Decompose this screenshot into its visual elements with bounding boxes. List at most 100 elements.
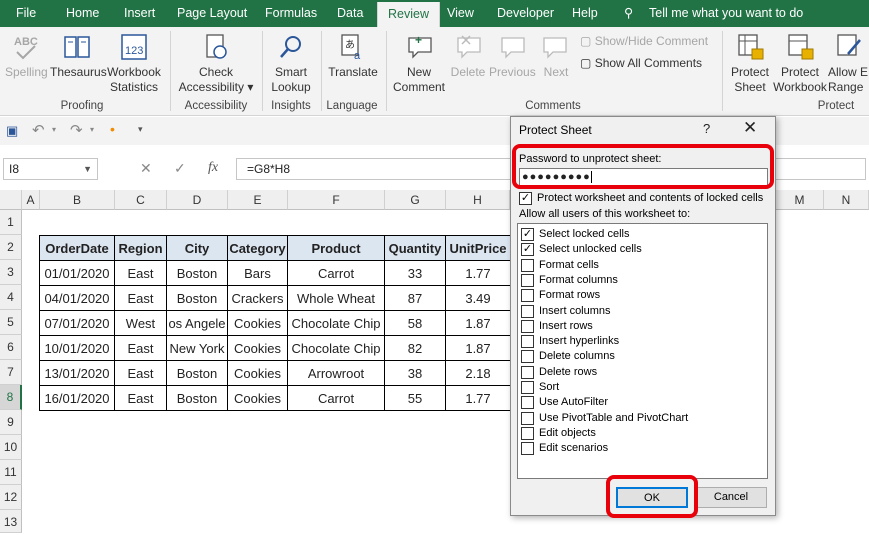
row-header-7[interactable]: 7 — [0, 360, 22, 385]
cell-city[interactable]: Boston — [167, 361, 228, 386]
tab-developer[interactable]: Developer — [497, 0, 554, 27]
name-box[interactable]: I8 ▼ — [3, 158, 98, 180]
close-icon[interactable]: ✕ — [743, 118, 757, 138]
column-header-e[interactable]: E — [228, 190, 288, 210]
cell-orderdate[interactable]: 13/01/2020 — [40, 361, 115, 386]
cell-city[interactable]: Boston — [167, 286, 228, 311]
tab-review[interactable]: Review — [377, 2, 440, 27]
cell-category[interactable]: Cookies — [228, 361, 288, 386]
cell-quantity[interactable]: 33 — [385, 261, 446, 286]
protect-workbook-button[interactable]: Protect Workbook — [772, 32, 828, 95]
cell-unitprice[interactable]: 1.87 — [446, 311, 511, 336]
column-header-g[interactable]: G — [385, 190, 446, 210]
row-header-9[interactable]: 9 — [0, 410, 22, 435]
cell-product[interactable]: Chocolate Chip — [288, 311, 385, 336]
permission-checkbox[interactable] — [521, 350, 534, 364]
cell-region[interactable]: East — [115, 336, 167, 361]
permission-checkbox[interactable] — [521, 319, 534, 333]
cancel-icon[interactable]: ✕ — [140, 160, 152, 177]
row-header-5[interactable]: 5 — [0, 310, 22, 335]
cell-quantity[interactable]: 82 — [385, 336, 446, 361]
permissions-list[interactable]: ✓ Select locked cells ✓ Select unlocked cel… — [517, 223, 768, 479]
column-header-h[interactable]: H — [446, 190, 510, 210]
delete-comment-button[interactable]: Delete — [450, 32, 486, 80]
cell-unitprice[interactable]: 1.87 — [446, 336, 511, 361]
cell-city[interactable]: os Angele — [167, 311, 228, 336]
cell-unitprice[interactable]: 1.77 — [446, 386, 511, 411]
cell-region[interactable]: East — [115, 261, 167, 286]
allow-edit-ranges-button[interactable]: Allow E Range — [828, 32, 869, 95]
tab-view[interactable]: View — [447, 0, 474, 27]
cell-unitprice[interactable]: 1.77 — [446, 261, 511, 286]
cell-product[interactable]: Carrot — [288, 386, 385, 411]
tell-me-search[interactable]: Tell me what you want to do — [649, 0, 803, 27]
cell-quantity[interactable]: 87 — [385, 286, 446, 311]
permission-checkbox[interactable] — [521, 411, 534, 425]
cell-product[interactable]: Arrowroot — [288, 361, 385, 386]
cell-category[interactable]: Crackers — [228, 286, 288, 311]
cell-product[interactable]: Chocolate Chip — [288, 336, 385, 361]
cell-region[interactable]: East — [115, 361, 167, 386]
tab-formulas[interactable]: Formulas — [265, 0, 317, 27]
enter-icon[interactable]: ✓ — [174, 160, 186, 177]
cell-category[interactable]: Bars — [228, 261, 288, 286]
column-header-n[interactable]: N — [824, 190, 869, 210]
permission-checkbox[interactable] — [521, 426, 534, 440]
cell-quantity[interactable]: 55 — [385, 386, 446, 411]
header-cell-unitprice[interactable]: UnitPrice — [446, 236, 511, 261]
cell-region[interactable]: East — [115, 386, 167, 411]
permission-checkbox[interactable] — [521, 335, 534, 349]
column-header-f[interactable]: F — [288, 190, 385, 210]
cell-city[interactable]: New York — [167, 336, 228, 361]
tab-help[interactable]: Help — [572, 0, 598, 27]
tab-file[interactable]: File — [16, 0, 36, 27]
protect-worksheet-checkbox[interactable]: ✓ — [519, 192, 532, 205]
cell-orderdate[interactable]: 16/01/2020 — [40, 386, 115, 411]
permission-checkbox[interactable]: ✓ — [521, 243, 534, 257]
header-cell-category[interactable]: Category — [228, 236, 288, 261]
row-header-11[interactable]: 11 — [0, 460, 22, 485]
redo-icon[interactable]: ↷ — [70, 121, 83, 139]
cell-orderdate[interactable]: 04/01/2020 — [40, 286, 115, 311]
row-header-8[interactable]: 8 — [0, 385, 22, 410]
row-header-4[interactable]: 4 — [0, 285, 22, 310]
tab-insert[interactable]: Insert — [124, 0, 155, 27]
cell-city[interactable]: Boston — [167, 386, 228, 411]
cell-orderdate[interactable]: 07/01/2020 — [40, 311, 115, 336]
cell-quantity[interactable]: 38 — [385, 361, 446, 386]
smart-lookup-button[interactable]: Smart Lookup — [266, 32, 316, 95]
select-all-corner[interactable] — [0, 190, 22, 210]
column-header-m[interactable]: M — [776, 190, 824, 210]
column-header-d[interactable]: D — [167, 190, 228, 210]
tab-page-layout[interactable]: Page Layout — [177, 0, 247, 27]
row-header-2[interactable]: 2 — [0, 235, 22, 260]
permission-checkbox[interactable] — [521, 273, 534, 287]
row-header-12[interactable]: 12 — [0, 485, 22, 510]
cell-quantity[interactable]: 58 — [385, 311, 446, 336]
cell-region[interactable]: East — [115, 286, 167, 311]
column-header-c[interactable]: C — [115, 190, 167, 210]
permission-checkbox[interactable] — [521, 396, 534, 410]
next-comment-button[interactable]: Next — [540, 32, 572, 80]
help-icon[interactable]: ? — [703, 121, 710, 136]
header-cell-orderdate[interactable]: OrderDate — [40, 236, 115, 261]
tab-data[interactable]: Data — [337, 0, 363, 27]
thesaurus-button[interactable]: Thesaurus — [50, 32, 107, 80]
touch-mode-icon[interactable]: • — [110, 121, 115, 137]
cell-category[interactable]: Cookies — [228, 336, 288, 361]
header-cell-quantity[interactable]: Quantity — [385, 236, 446, 261]
row-header-10[interactable]: 10 — [0, 435, 22, 460]
customize-qat-icon[interactable]: ▾ — [138, 124, 143, 135]
cell-category[interactable]: Cookies — [228, 311, 288, 336]
protect-sheet-button[interactable]: Protect Sheet — [728, 32, 772, 95]
header-cell-city[interactable]: City — [167, 236, 228, 261]
row-header-13[interactable]: 13 — [0, 510, 22, 533]
row-header-6[interactable]: 6 — [0, 335, 22, 360]
row-header-3[interactable]: 3 — [0, 260, 22, 285]
cell-unitprice[interactable]: 3.49 — [446, 286, 511, 311]
undo-dropdown-icon[interactable]: ▾ — [52, 125, 56, 134]
cell-unitprice[interactable]: 2.18 — [446, 361, 511, 386]
cell-orderdate[interactable]: 10/01/2020 — [40, 336, 115, 361]
insert-function-icon[interactable]: fx — [208, 160, 218, 176]
permission-checkbox[interactable] — [521, 442, 534, 456]
